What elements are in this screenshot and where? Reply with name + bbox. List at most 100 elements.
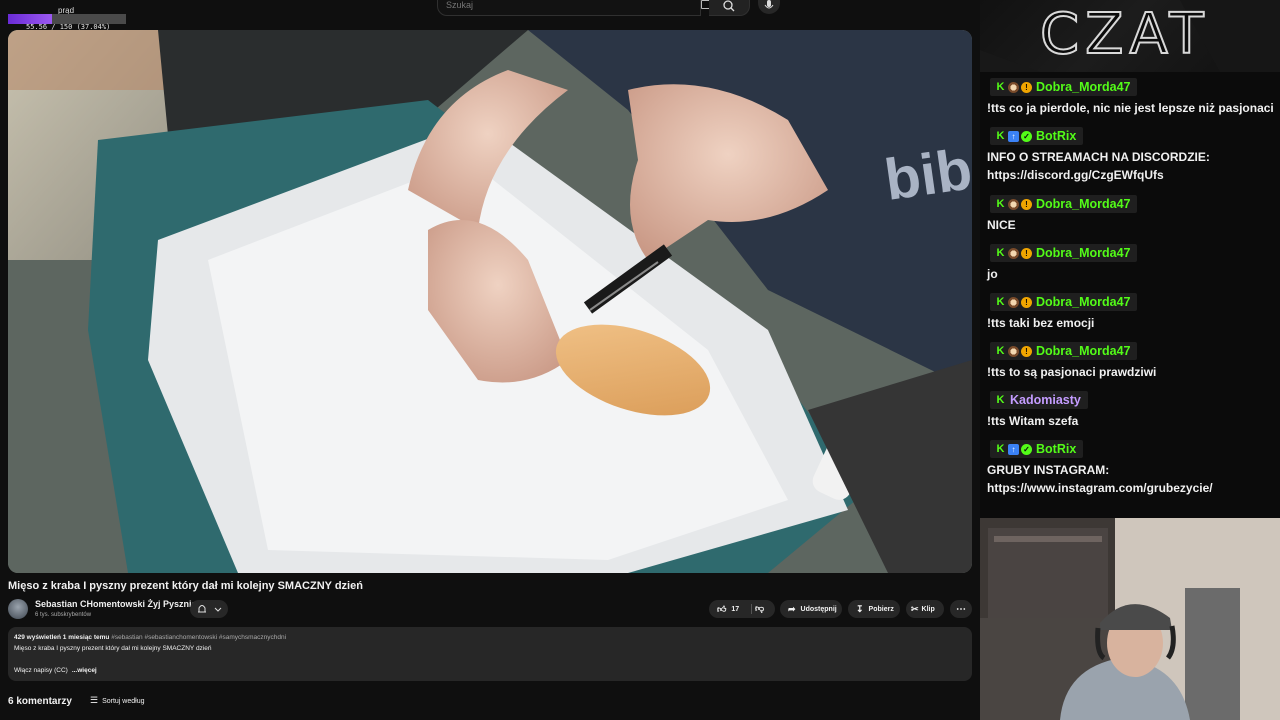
og-badge-icon [1008, 296, 1019, 308]
chat-message-line: jo [987, 267, 998, 281]
chat-message-text: INFO O STREAMACH NA DISCORDZIE: https://d… [987, 148, 1277, 184]
show-more-link[interactable]: ...więcej [72, 667, 97, 674]
og-badge-icon [1008, 81, 1019, 93]
download-label: Pobierz [868, 605, 894, 613]
chat-message-text: !tts co ja pierdole, nic nie jest lepsze… [987, 99, 1277, 117]
chat-message-line[interactable]: https://discord.gg/CzgEWfqUfs [987, 166, 1277, 184]
video-player[interactable]: bibb [8, 30, 972, 573]
clip-label: Klip [921, 605, 935, 613]
views-date: 429 wyświetleń 1 miesiąc temu [14, 634, 110, 641]
webcam-feed [980, 518, 1280, 720]
chat-username[interactable]: K! Dobra_Morda47 [990, 244, 1138, 262]
video-frame: bibb [8, 30, 972, 573]
chat-username[interactable]: K! Dobra_Morda47 [990, 293, 1138, 311]
gift-badge-icon: ! [1021, 247, 1032, 259]
share-button[interactable]: ➦ Udostępnij [780, 600, 842, 618]
verified-badge-icon: ✓ [1021, 130, 1032, 142]
gift-badge-icon: ! [1021, 296, 1032, 308]
description-text: Mięso z kraba I pyszny prezent który dał… [14, 645, 212, 652]
video-title: Mięso z kraba I pyszny prezent który dał… [8, 580, 363, 592]
bot-badge-icon: ↑ [1008, 130, 1019, 142]
chat-panel: CZAT K! Dobra_Morda47 !tts co ja pierdole,… [980, 0, 1280, 518]
mic-icon [764, 0, 774, 9]
hashtags[interactable]: #sebastian #sebastianchomentowski #samyc… [111, 634, 286, 641]
chat-message-text: !tts taki bez emocji [987, 314, 1277, 332]
chat-message-line[interactable]: https://www.instagram.com/grubezycie/ [987, 479, 1277, 497]
og-badge-icon [1008, 247, 1019, 259]
kick-badge-icon: K [996, 393, 1005, 406]
more-actions-button[interactable]: ⋯ [950, 600, 972, 618]
kick-badge-icon: K [996, 80, 1005, 93]
sort-icon: ☰ [90, 695, 99, 705]
kick-badge-icon: K [996, 442, 1005, 455]
chat-username-text[interactable]: Dobra_Morda47 [1036, 295, 1130, 309]
webcam-image [980, 518, 1280, 720]
video-meta: 429 wyświetleń 1 miesiąc temu #sebastian… [14, 634, 286, 641]
download-button[interactable]: ↧ Pobierz [848, 600, 900, 618]
chat-username-text[interactable]: Dobra_Morda47 [1036, 246, 1130, 260]
search-button[interactable] [709, 0, 750, 16]
chat-username[interactable]: K! Dobra_Morda47 [990, 78, 1138, 96]
chat-message-line: !tts co ja pierdole, nic nie jest lepsze… [987, 101, 1274, 115]
clip-button[interactable]: ✂ Klip [906, 600, 944, 618]
og-badge-icon [1008, 198, 1019, 210]
chat-message-text: !tts to są pasjonaci prawdziwi [987, 363, 1277, 381]
mic-button[interactable] [758, 0, 780, 14]
og-badge-icon [1008, 345, 1019, 357]
avatar[interactable] [8, 599, 28, 619]
chat-message-text: NICE [987, 216, 1277, 234]
search-input[interactable] [444, 0, 678, 11]
kick-badge-icon: K [996, 344, 1005, 357]
chat-message-line: NICE [987, 218, 1016, 232]
channel-name[interactable]: Sebastian CHomentowski Żyj Pysznie [35, 599, 197, 609]
description-box[interactable]: 429 wyświetleń 1 miesiąc temu #sebastian… [8, 627, 972, 681]
comments-count: 6 komentarzy [8, 696, 72, 707]
chat-username[interactable]: K! Dobra_Morda47 [990, 342, 1138, 360]
top-bar: prąd 55.56 / 150 (37.04%) [0, 0, 980, 31]
share-label: Udostępnij [800, 605, 837, 613]
download-icon: ↧ [856, 603, 864, 614]
bell-icon [198, 605, 222, 613]
chat-username-text[interactable]: Dobra_Morda47 [1036, 197, 1130, 211]
share-icon: ➦ [788, 603, 796, 614]
verified-badge-icon: ✓ [1021, 443, 1032, 455]
chat-message-line: !tts Witam szefa [987, 414, 1079, 428]
chat-message-text: !tts Witam szefa [987, 412, 1277, 430]
gift-badge-icon: ! [1021, 198, 1032, 210]
kick-badge-icon: K [996, 129, 1005, 142]
chat-message-line: !tts taki bez emocji [987, 316, 1095, 330]
chat-username-text[interactable]: Kadomiasty [1010, 393, 1081, 407]
chat-username-text[interactable]: BotRix [1036, 442, 1076, 456]
chat-username[interactable]: K! Dobra_Morda47 [990, 195, 1138, 213]
captions-row: Włącz napisy (CC) ...więcej [14, 667, 97, 674]
gift-badge-icon: ! [1021, 345, 1032, 357]
more-icon: ⋯ [956, 603, 966, 615]
kick-badge-icon: K [996, 197, 1005, 210]
notification-bell-button[interactable] [190, 600, 228, 618]
chat-title: CZAT [1039, 1, 1210, 68]
like-count: 17 [731, 605, 740, 613]
kick-badge-icon: K [996, 295, 1005, 308]
chat-username[interactable]: K ↑ ✓ BotRix [990, 440, 1084, 458]
scissors-icon: ✂ [911, 603, 919, 614]
sort-label: Sortuj według [102, 698, 145, 705]
chat-message-line: INFO O STREAMACH NA DISCORDZIE: [987, 150, 1210, 164]
gift-badge-icon: ! [1021, 81, 1032, 93]
chat-username-text[interactable]: Dobra_Morda47 [1036, 344, 1130, 358]
thumbs-up-icon: 👍︎ [717, 603, 727, 614]
chat-username[interactable]: K ↑ ✓ BotRix [990, 127, 1084, 145]
divider [751, 604, 752, 614]
chat-message-line: GRUBY INSTAGRAM: [987, 463, 1110, 477]
chat-username-text[interactable]: Dobra_Morda47 [1036, 80, 1130, 94]
chat-message-text: GRUBY INSTAGRAM: https://www.instagram.co… [987, 461, 1277, 497]
thumbs-down-icon[interactable]: 👎︎ [755, 603, 764, 614]
kick-badge-icon: K [996, 246, 1005, 259]
chat-username[interactable]: K Kadomiasty [990, 391, 1088, 409]
captions-link[interactable]: Włącz napisy (CC) [14, 667, 68, 674]
bot-badge-icon: ↑ [1008, 443, 1019, 455]
like-button[interactable]: 👍︎ 17 👎︎ [709, 600, 775, 618]
search-box[interactable] [437, 0, 701, 16]
search-icon [723, 0, 735, 12]
chat-username-text[interactable]: BotRix [1036, 129, 1076, 143]
sort-button[interactable]: ☰ Sortuj według [90, 695, 145, 706]
